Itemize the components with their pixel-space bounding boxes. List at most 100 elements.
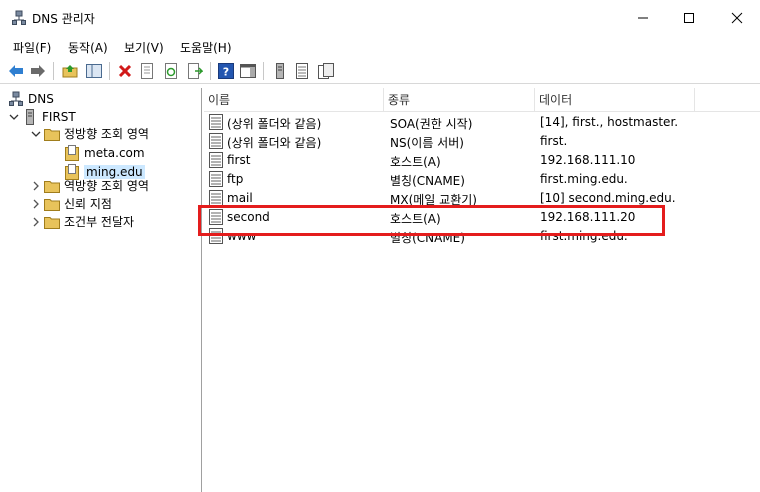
cell-type: 별칭(CNAME) <box>390 174 465 188</box>
tree-label-reverse-zones: 역방향 조회 영역 <box>64 179 149 193</box>
forward-button[interactable] <box>28 61 48 81</box>
delete-button[interactable] <box>115 61 135 81</box>
up-folder-icon <box>62 65 78 78</box>
server-icon <box>22 108 38 125</box>
show-tree-button[interactable] <box>84 61 104 81</box>
server-button[interactable] <box>270 61 290 81</box>
cell-type: NS(이름 서버) <box>390 136 464 150</box>
properties-button[interactable] <box>137 61 157 81</box>
list-header: 이름 종류 데이터 <box>204 88 760 112</box>
folder-icon <box>44 126 60 142</box>
cell-name: first <box>227 153 251 167</box>
table-row[interactable]: (상위 폴더와 같음) SOA(권한 시작) [14], first., hostm… <box>204 113 760 132</box>
dns-icon <box>8 91 24 107</box>
table-row[interactable]: first 호스트(A) 192.168.111.10 <box>204 151 760 170</box>
tree-label-dns: DNS <box>28 91 54 106</box>
table-row[interactable]: second 호스트(A) 192.168.111.20 <box>204 208 760 227</box>
menu-action[interactable]: 동작(A) <box>68 39 108 56</box>
svg-text:?: ? <box>223 66 229 79</box>
column-header-name[interactable]: 이름 <box>204 88 384 112</box>
forward-icon <box>31 65 45 77</box>
column-header-type[interactable]: 종류 <box>384 88 535 112</box>
tree-node-dns[interactable]: DNS <box>8 89 54 108</box>
cell-name: www <box>227 229 257 243</box>
record-icon <box>209 133 223 149</box>
tree-node-zone-meta[interactable]: meta.com <box>64 143 145 162</box>
cell-type: 별칭(CNAME) <box>390 231 465 245</box>
record-icon <box>209 209 223 225</box>
tree-node-forward-zones[interactable]: 정방향 조회 영역 <box>30 124 149 143</box>
menu-view[interactable]: 보기(V) <box>124 39 164 56</box>
tree-node-reverse-zones[interactable]: 역방향 조회 영역 <box>30 176 149 195</box>
column-header-data[interactable]: 데이터 <box>535 88 695 112</box>
export-button[interactable] <box>185 61 205 81</box>
chevron-down-icon[interactable] <box>8 111 20 123</box>
maximize-button[interactable] <box>666 0 712 36</box>
folder-icon <box>44 196 60 212</box>
cell-name: mail <box>227 191 253 205</box>
minimize-icon <box>638 17 648 19</box>
record-icon <box>209 190 223 206</box>
record-list-icon <box>296 63 308 79</box>
record-list-button[interactable] <box>292 61 312 81</box>
cell-data: first.ming.edu. <box>540 229 628 243</box>
close-icon <box>731 12 743 24</box>
up-folder-button[interactable] <box>60 61 80 81</box>
tree-node-conditional-forwarders[interactable]: 조건부 전달자 <box>30 212 134 231</box>
action-pane-button[interactable] <box>238 61 258 81</box>
folder-icon <box>44 178 60 194</box>
maximize-icon <box>684 13 694 23</box>
chevron-down-icon[interactable] <box>30 128 42 140</box>
chevron-right-icon[interactable] <box>30 216 42 228</box>
cell-type: 호스트(A) <box>390 212 441 226</box>
server-icon <box>276 63 284 79</box>
dns-app-icon <box>12 10 26 25</box>
table-row[interactable]: ftp 별칭(CNAME) first.ming.edu. <box>204 170 760 189</box>
title-bar: DNS 관리자 <box>0 0 760 36</box>
zone-file-icon <box>64 144 80 161</box>
cell-data: 192.168.111.20 <box>540 210 636 224</box>
record-icon <box>209 228 223 244</box>
tree-label-trust-points: 신뢰 지점 <box>64 197 112 211</box>
record-icon <box>209 114 223 130</box>
record-list: 이름 종류 데이터 (상위 폴더와 같음) SOA(권한 시작) [14], fir… <box>204 88 760 492</box>
record-icon <box>209 171 223 187</box>
show-tree-icon <box>86 64 102 78</box>
chevron-right-icon[interactable] <box>30 180 42 192</box>
table-row[interactable]: mail MX(메일 교환기) [10] second.ming.edu. <box>204 189 760 208</box>
refresh-icon <box>165 63 177 79</box>
tree-node-trust-points[interactable]: 신뢰 지점 <box>30 194 112 213</box>
action-pane-icon <box>240 64 256 78</box>
record-icon <box>209 152 223 168</box>
cell-name: (상위 폴더와 같음) <box>227 136 322 150</box>
help-button[interactable]: ? <box>216 61 236 81</box>
cell-type: MX(메일 교환기) <box>390 193 477 207</box>
tree-label-forward-zones: 정방향 조회 영역 <box>64 127 149 141</box>
back-button[interactable] <box>6 61 26 81</box>
zone-icon <box>318 63 334 79</box>
folder-icon <box>44 214 60 230</box>
console-tree: DNS FIRST 정방향 조회 영역 meta.com ming.edu 역방… <box>2 88 202 492</box>
export-icon <box>188 63 203 79</box>
cell-type: SOA(권한 시작) <box>390 117 473 131</box>
tree-label-conditional-forwarders: 조건부 전달자 <box>64 215 135 229</box>
cell-name: second <box>227 210 270 224</box>
menu-file[interactable]: 파일(F) <box>13 39 51 56</box>
table-row[interactable]: (상위 폴더와 같음) NS(이름 서버) first. <box>204 132 760 151</box>
table-row[interactable]: www 별칭(CNAME) first.ming.edu. <box>204 227 760 246</box>
cell-type: 호스트(A) <box>390 155 441 169</box>
toolbar: ? <box>0 58 760 84</box>
refresh-button[interactable] <box>161 61 181 81</box>
close-button[interactable] <box>714 0 760 36</box>
menu-bar: 파일(F) 동작(A) 보기(V) 도움말(H) <box>0 36 760 56</box>
menu-help[interactable]: 도움말(H) <box>180 39 232 56</box>
minimize-button[interactable] <box>620 0 666 36</box>
window-title: DNS 관리자 <box>32 12 95 26</box>
cell-name: ftp <box>227 172 244 186</box>
delete-icon <box>118 64 132 78</box>
properties-icon <box>141 63 153 79</box>
zone-button[interactable] <box>316 61 336 81</box>
cell-name: (상위 폴더와 같음) <box>227 117 322 131</box>
chevron-right-icon[interactable] <box>30 198 42 210</box>
cell-data: [14], first., hostmaster. <box>540 115 679 129</box>
